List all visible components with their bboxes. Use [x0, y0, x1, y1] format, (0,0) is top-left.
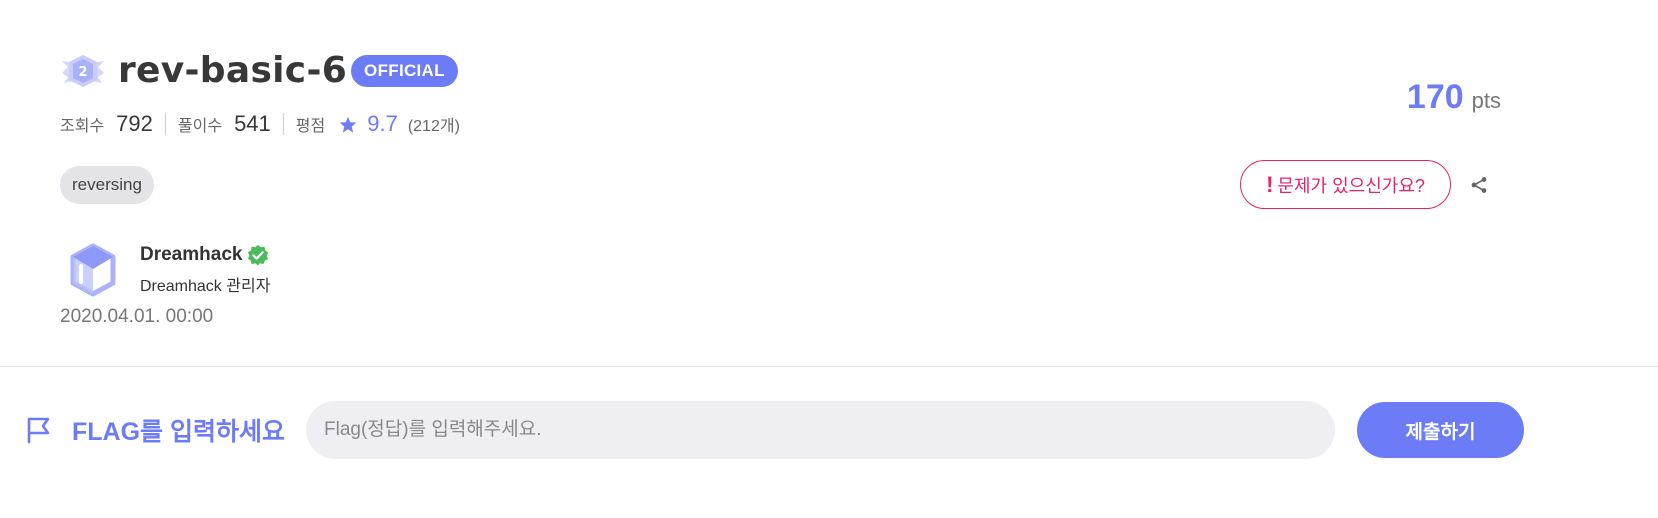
rating-label: 평점	[295, 118, 326, 135]
rating-count: (212개)	[407, 118, 460, 135]
star-icon	[339, 116, 357, 133]
flag-label: FLAG를 입력하세요	[72, 418, 285, 446]
flag-input[interactable]	[306, 401, 1335, 459]
flag-icon	[26, 416, 52, 444]
verified-check-icon	[247, 244, 269, 266]
share-icon[interactable]	[1468, 174, 1490, 196]
rating-value: 9.7	[367, 111, 398, 136]
report-issue-button[interactable]: ! 문제가 있으신가요?	[1240, 160, 1451, 209]
submit-button[interactable]: 제출하기	[1357, 402, 1524, 458]
points-value: 170	[1406, 78, 1464, 116]
views-value: 792	[116, 111, 153, 136]
section-divider	[0, 366, 1658, 367]
points-unit: pts	[1471, 88, 1501, 113]
solves-label: 풀이수	[177, 118, 223, 135]
official-badge: OFFICIAL	[351, 54, 458, 87]
report-issue-label: 문제가 있으신가요?	[1277, 175, 1425, 196]
points-display: 170 pts	[1407, 78, 1501, 117]
flag-label-row: FLAG를 입력하세요	[26, 412, 285, 448]
challenge-stats: 조회수 792 풀이수 541 평점 9.7 (212개)	[60, 110, 460, 138]
author-block[interactable]: Dreamhack Dreamhack 관리자	[60, 240, 270, 300]
author-info: Dreamhack Dreamhack 관리자	[140, 240, 270, 296]
level-number: 2	[78, 65, 87, 80]
created-date: 2020.04.01. 00:00	[60, 306, 214, 327]
views-label: 조회수	[60, 118, 105, 135]
author-name-row: Dreamhack	[140, 244, 270, 266]
exclamation-icon: !	[1266, 171, 1274, 197]
author-name[interactable]: Dreamhack	[140, 244, 242, 266]
solves-value: 541	[234, 111, 271, 136]
author-role: Dreamhack 관리자	[140, 278, 271, 295]
stat-divider	[164, 113, 166, 135]
page-title: rev-basic-6	[118, 50, 348, 91]
level-2-badge-icon: 2	[60, 52, 106, 90]
tag-reversing[interactable]: reversing	[60, 166, 154, 204]
challenge-title-row: 2 rev-basic-6 OFFICIAL	[60, 50, 458, 91]
dreamhack-logo-icon	[60, 240, 126, 300]
stat-divider	[282, 113, 284, 135]
challenge-page: 2 rev-basic-6 OFFICIAL 조회수 792 풀이수 541 평…	[0, 0, 1658, 518]
